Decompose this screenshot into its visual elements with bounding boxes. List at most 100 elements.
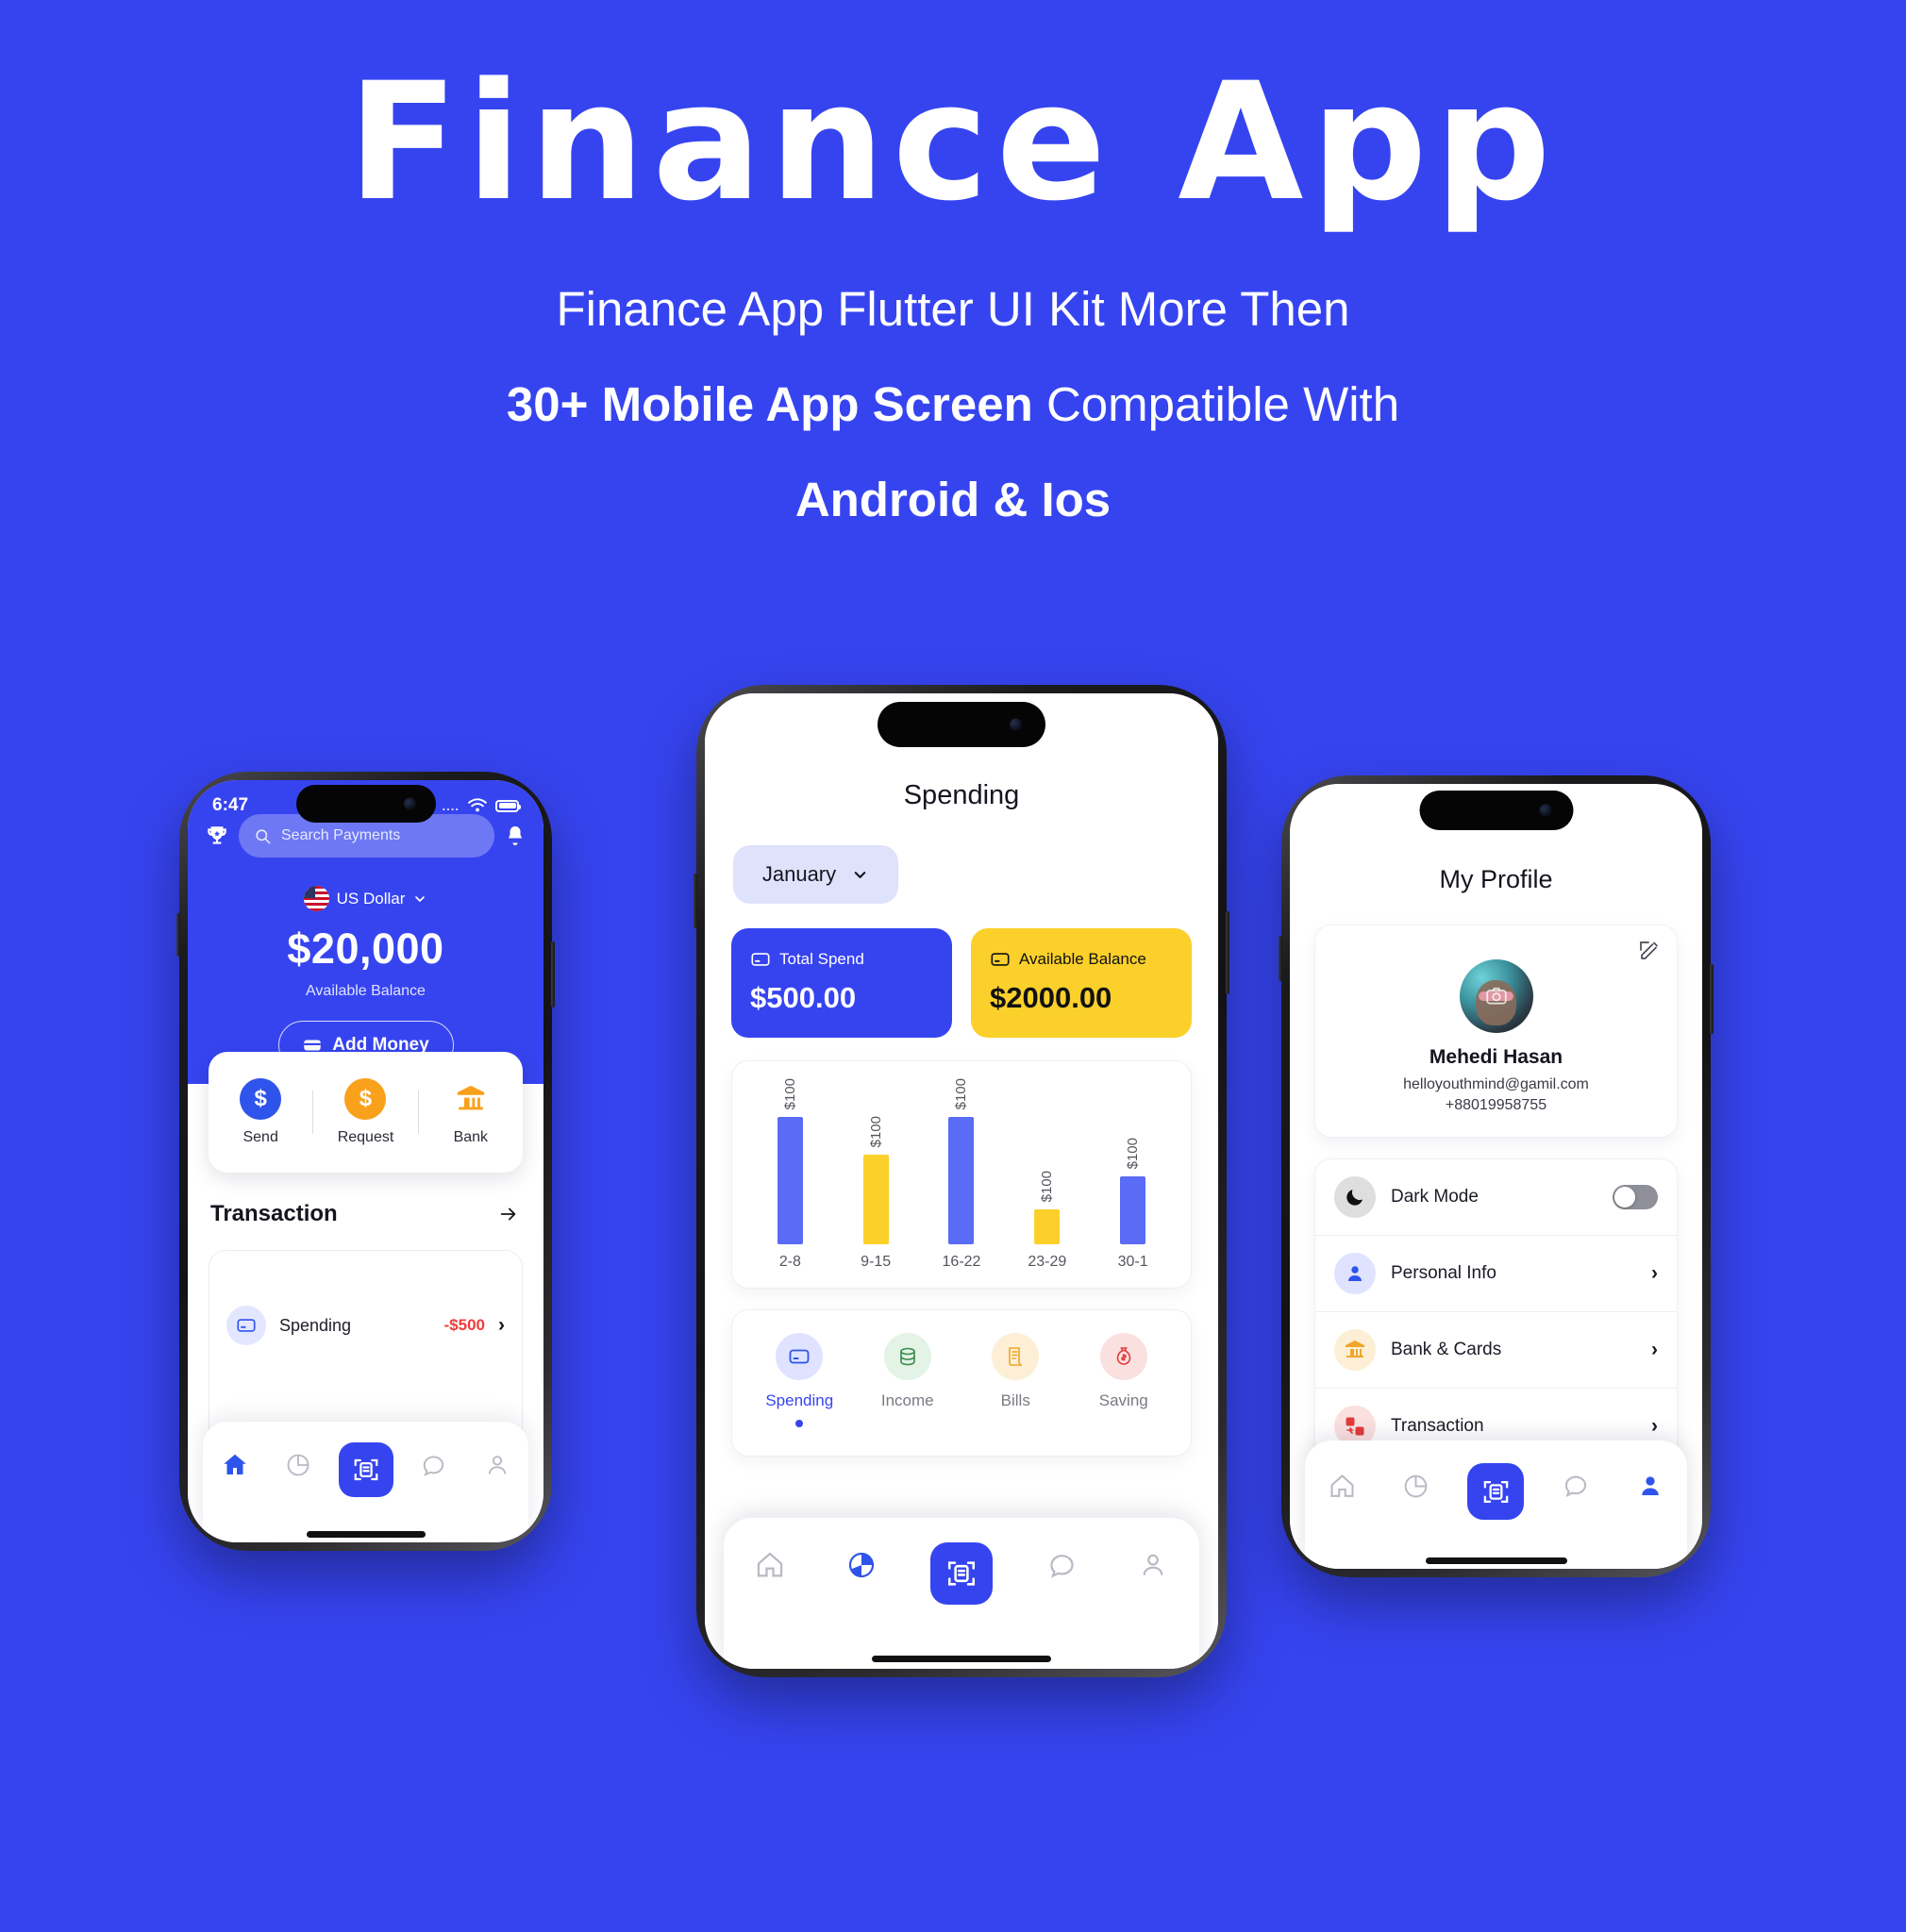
stat-value: $500.00 xyxy=(750,981,857,1014)
nav-scan[interactable] xyxy=(929,1542,993,1605)
dynamic-island xyxy=(295,785,436,823)
chart-bar xyxy=(862,1155,889,1244)
nav-home[interactable] xyxy=(212,1442,258,1488)
chart-bar-value-label: $100 xyxy=(953,1078,970,1110)
nav-home[interactable] xyxy=(1319,1463,1364,1508)
month-selector[interactable]: January xyxy=(733,845,898,904)
power-button xyxy=(1710,964,1714,1034)
bottom-nav-bar xyxy=(203,1422,528,1542)
currency-selector[interactable]: US Dollar xyxy=(188,886,543,911)
settings-item-label: Dark Mode xyxy=(1391,1187,1479,1207)
stat-card-available-balance[interactable]: Available Balance $2000.00 xyxy=(971,928,1192,1038)
volume-button xyxy=(694,874,697,928)
nav-home[interactable] xyxy=(747,1542,793,1588)
nav-scan[interactable] xyxy=(1467,1463,1525,1520)
request-money-icon: $ xyxy=(344,1078,387,1120)
camera-icon xyxy=(1484,984,1509,1008)
settings-item-label: Transaction xyxy=(1391,1416,1484,1436)
category-label: Saving xyxy=(1098,1391,1148,1409)
chart-bar-column: $100 xyxy=(1109,1078,1158,1244)
database-icon xyxy=(883,1333,931,1380)
home-indicator xyxy=(1425,1557,1567,1564)
stats-row: Total Spend $500.00 Available Balance $2… xyxy=(705,904,1218,1038)
settings-item-personal-info[interactable]: Personal Info › xyxy=(1315,1236,1677,1312)
transaction-title: Transaction xyxy=(210,1201,338,1226)
bell-icon[interactable] xyxy=(504,824,527,847)
power-button xyxy=(551,941,555,1008)
nav-statistics[interactable] xyxy=(839,1542,884,1588)
spending-bar-chart: $100 $100 $100 $100 $100 2-8 9-15 16-22 23-29 30… xyxy=(731,1060,1192,1289)
action-send[interactable]: $ Send xyxy=(209,1078,312,1146)
table-row[interactable]: Spending -$500 › xyxy=(209,1251,522,1345)
settings-item-bank-cards[interactable]: Bank & Cards › xyxy=(1315,1312,1677,1389)
bottom-nav-bar xyxy=(1305,1441,1687,1569)
search-icon xyxy=(254,827,272,845)
edit-icon[interactable] xyxy=(1637,939,1660,961)
settings-item-label: Personal Info xyxy=(1391,1263,1496,1283)
money-bag-icon xyxy=(1099,1333,1147,1380)
nav-profile[interactable] xyxy=(475,1442,520,1488)
card-icon xyxy=(990,949,1011,970)
chart-x-tick: 9-15 xyxy=(861,1254,892,1270)
volume-button xyxy=(1279,936,1282,981)
chart-bar xyxy=(1120,1176,1146,1244)
chart-bar-column: $100 xyxy=(851,1078,900,1244)
category-income[interactable]: Income xyxy=(862,1333,953,1427)
page-title: Finance App xyxy=(347,47,1559,237)
hero-subtitle-line1: Finance App Flutter UI Kit More Then xyxy=(556,281,1350,336)
search-placeholder: Search Payments xyxy=(281,827,401,843)
nav-chat[interactable] xyxy=(411,1442,457,1488)
transaction-amount: -$500 xyxy=(443,1316,485,1334)
chevron-down-icon xyxy=(412,891,427,907)
category-saving[interactable]: Saving xyxy=(1078,1333,1169,1427)
settings-item-label: Bank & Cards xyxy=(1391,1340,1502,1359)
nav-profile[interactable] xyxy=(1628,1463,1673,1508)
chart-x-tick: 16-22 xyxy=(942,1254,981,1270)
currency-label: US Dollar xyxy=(336,889,406,908)
chart-bar-column: $100 xyxy=(765,1078,814,1244)
quick-actions-card: $ Send $ Request Bank xyxy=(209,1052,523,1173)
home-indicator xyxy=(306,1531,426,1538)
hero-subtitle-line3: Android & Ios xyxy=(794,472,1112,526)
settings-item-dark-mode[interactable]: Dark Mode xyxy=(1315,1159,1677,1236)
us-flag-icon xyxy=(303,886,329,911)
category-label: Spending xyxy=(765,1391,834,1409)
phone-mockup-spending: Spending January Total Spend $500.00 Ava… xyxy=(694,685,1229,1677)
power-button xyxy=(1226,911,1229,994)
action-request-label: Request xyxy=(337,1129,394,1145)
avatar xyxy=(1459,959,1533,1033)
nav-statistics[interactable] xyxy=(276,1442,321,1488)
month-value: January xyxy=(761,862,837,886)
profile-name: Mehedi Hasan xyxy=(1429,1046,1563,1068)
chart-x-axis: 2-8 9-15 16-22 23-29 30-1 xyxy=(747,1254,1176,1271)
nav-chat[interactable] xyxy=(1039,1542,1084,1588)
dynamic-island xyxy=(1419,791,1573,830)
chart-bar xyxy=(948,1117,975,1244)
nav-statistics[interactable] xyxy=(1394,1463,1439,1508)
hero-banner: Finance App Finance App Flutter UI Kit M… xyxy=(0,0,1906,524)
send-money-icon: $ xyxy=(240,1078,282,1120)
category-label: Income xyxy=(880,1391,934,1409)
transaction-header: Transaction xyxy=(210,1201,521,1227)
nav-profile[interactable] xyxy=(1130,1542,1176,1588)
action-request[interactable]: $ Request xyxy=(313,1078,417,1146)
chart-bar-value-label: $100 xyxy=(781,1078,798,1110)
chevron-right-icon: › xyxy=(498,1314,505,1336)
nav-chat[interactable] xyxy=(1553,1463,1598,1508)
stat-label: Available Balance xyxy=(1019,950,1146,968)
category-bills[interactable]: Bills xyxy=(970,1333,1061,1427)
card-icon xyxy=(776,1333,824,1380)
transaction-name: Spending xyxy=(279,1315,352,1335)
trophy-icon[interactable] xyxy=(205,824,229,848)
dark-mode-toggle[interactable] xyxy=(1613,1185,1658,1209)
nav-scan[interactable] xyxy=(338,1442,393,1497)
action-bank[interactable]: Bank xyxy=(419,1078,523,1146)
stat-card-total-spend[interactable]: Total Spend $500.00 xyxy=(731,928,952,1038)
chevron-right-icon: › xyxy=(1651,1415,1658,1437)
category-spending[interactable]: Spending xyxy=(754,1333,844,1427)
chart-bar-value-label: $100 xyxy=(1039,1170,1056,1202)
phone-mockup-profile: My Profile Mehedi Hasan helloyouthmind@g… xyxy=(1279,775,1714,1577)
bottom-nav-bar xyxy=(724,1518,1199,1669)
phone-mockup-home: 6:47 .... Search Payments US Dollar $20,… xyxy=(176,772,555,1551)
arrow-right-icon[interactable] xyxy=(496,1204,521,1224)
